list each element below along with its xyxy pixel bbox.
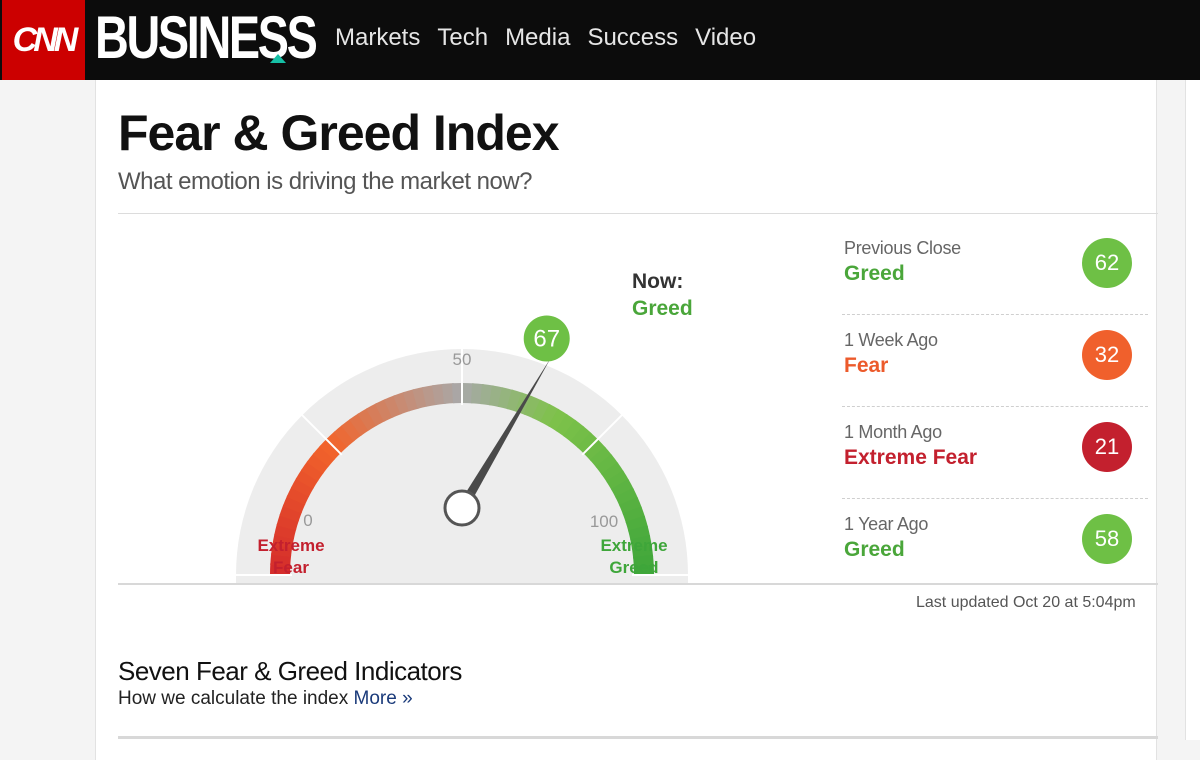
history-label: 1 Year Ago — [844, 514, 928, 535]
page-subtitle: What emotion is driving the market now? — [118, 168, 532, 196]
extreme-fear-label-line1: Extreme — [257, 536, 324, 555]
divider — [118, 736, 1158, 739]
history-previous-close: Previous Close Greed 62 — [842, 238, 1148, 330]
main-content: Fear & Greed Index What emotion is drivi… — [95, 80, 1157, 760]
history-value-circle: 62 — [1082, 238, 1132, 288]
now-label: Now: — [632, 270, 693, 294]
cnn-logo[interactable]: CNN — [2, 0, 85, 80]
more-link[interactable]: More » — [354, 688, 413, 709]
history-label: 1 Month Ago — [844, 422, 942, 443]
gauge-needle-hub — [445, 491, 479, 525]
main-nav: Markets Tech Media Success Video — [335, 24, 756, 52]
nav-media[interactable]: Media — [505, 24, 570, 52]
gauge-label-min: 0 — [303, 511, 312, 530]
history-rating: Greed — [844, 538, 905, 562]
top-navigation-bar: CNN BUSINESS Markets Tech Media Success … — [0, 0, 1200, 80]
history-value-circle: 21 — [1082, 422, 1132, 472]
indicators-subtitle-text: How we calculate the index — [118, 688, 348, 709]
gauge-value: 67 — [533, 325, 560, 352]
business-logo-triangle-icon — [270, 54, 286, 63]
indicators-title: Seven Fear & Greed Indicators — [118, 656, 462, 687]
history-rating: Greed — [844, 262, 905, 286]
fear-greed-gauge: 0 50 100 Extreme Fear Extreme Greed 67 — [226, 275, 706, 585]
now-indicator: Now: Greed — [632, 270, 693, 321]
history-1-week-ago: 1 Week Ago Fear 32 — [842, 330, 1148, 422]
divider — [118, 213, 1158, 214]
adjacent-panel-edge — [1185, 80, 1200, 740]
history-label: 1 Week Ago — [844, 330, 938, 351]
nav-video[interactable]: Video — [695, 24, 756, 52]
divider — [118, 583, 1158, 585]
history-rating: Fear — [844, 354, 888, 378]
gauge-label-mid: 50 — [453, 350, 472, 369]
history-value-circle: 58 — [1082, 514, 1132, 564]
cnn-logo-text: CNN — [13, 21, 75, 60]
indicators-subtitle: How we calculate the index More » — [118, 688, 413, 710]
last-updated: Last updated Oct 20 at 5:04pm — [916, 594, 1136, 612]
gauge-label-max: 100 — [590, 512, 618, 531]
history-rating: Extreme Fear — [844, 446, 977, 470]
extreme-fear-label-line2: Fear — [273, 558, 309, 577]
history-1-month-ago: 1 Month Ago Extreme Fear 21 — [842, 422, 1148, 514]
history-label: Previous Close — [844, 238, 961, 259]
now-rating: Greed — [632, 297, 693, 321]
nav-markets[interactable]: Markets — [335, 24, 420, 52]
nav-success[interactable]: Success — [587, 24, 678, 52]
divider — [842, 314, 1148, 315]
page-title: Fear & Greed Index — [118, 104, 559, 162]
divider — [842, 406, 1148, 407]
extreme-greed-label-line2: Greed — [609, 558, 658, 577]
nav-tech[interactable]: Tech — [437, 24, 488, 52]
history-value-circle: 32 — [1082, 330, 1132, 380]
history-1-year-ago: 1 Year Ago Greed 58 — [842, 514, 1148, 606]
divider — [842, 498, 1148, 499]
extreme-greed-label-line1: Extreme — [600, 536, 667, 555]
